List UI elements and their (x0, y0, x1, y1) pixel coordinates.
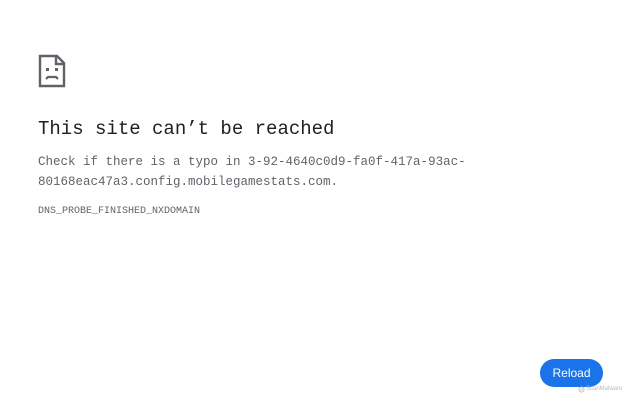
watermark: ScanMalware (578, 384, 622, 394)
error-message: Check if there is a typo in 3-92-4640c0d… (38, 152, 466, 192)
error-code: DNS_PROBE_FINISHED_NXDOMAIN (38, 206, 201, 217)
watermark-text: ScanMalware (586, 386, 623, 392)
sad-page-icon (38, 54, 66, 88)
scanmalware-logo-icon (578, 385, 585, 393)
reload-button[interactable]: Reload (540, 359, 603, 387)
error-message-line: 80168eac47a3.config.mobilegamestats.com. (38, 175, 339, 189)
page-title: This site can’t be reached (38, 118, 335, 140)
error-message-line: Check if there is a typo in 3-92-4640c0d… (38, 155, 466, 169)
